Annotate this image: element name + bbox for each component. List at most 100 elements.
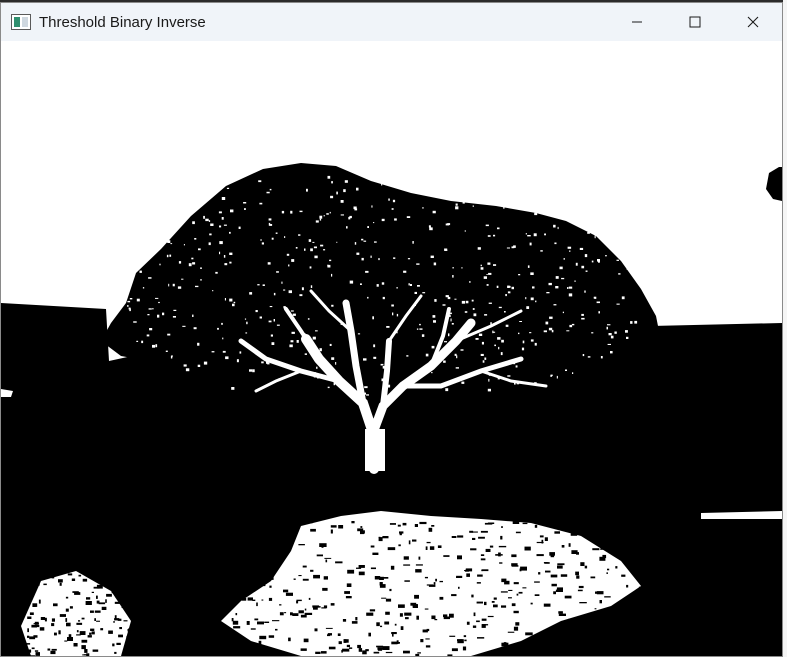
ground-speckle bbox=[76, 630, 79, 633]
ground-speckle bbox=[477, 574, 483, 577]
ground-speckle bbox=[392, 632, 394, 637]
ground-speckle bbox=[398, 604, 405, 608]
canopy-speckle bbox=[445, 388, 449, 392]
canopy-speckle bbox=[434, 299, 437, 302]
ground-speckle bbox=[425, 638, 430, 640]
canopy-speckle bbox=[464, 311, 468, 313]
ground-speckle bbox=[260, 652, 264, 656]
ground-speckle bbox=[590, 576, 596, 579]
ground-speckle bbox=[362, 530, 365, 534]
canopy-speckle bbox=[172, 283, 175, 287]
ground-speckle bbox=[433, 582, 436, 585]
ground-speckle bbox=[608, 521, 615, 525]
canopy-speckle bbox=[357, 333, 361, 335]
canopy-speckle bbox=[267, 262, 271, 265]
ground-speckle bbox=[94, 618, 96, 621]
ground-speckle bbox=[570, 638, 574, 641]
canopy-speckle bbox=[155, 297, 159, 299]
ground-speckle bbox=[557, 565, 563, 569]
canopy-speckle bbox=[454, 353, 457, 356]
canopy-speckle bbox=[119, 249, 121, 251]
canopy-speckle bbox=[525, 297, 527, 300]
canopy-speckle bbox=[480, 264, 482, 267]
image-canvas[interactable] bbox=[1, 41, 782, 656]
canopy-speckle bbox=[391, 208, 394, 210]
ground-speckle bbox=[434, 619, 438, 621]
ground-speckle bbox=[33, 582, 40, 586]
ground-speckle bbox=[544, 537, 548, 541]
image-window[interactable]: Threshold Binary Inverse bbox=[0, 2, 783, 657]
canopy-speckle bbox=[356, 187, 359, 191]
ground-speckle bbox=[466, 573, 470, 577]
canopy-speckle bbox=[209, 233, 212, 236]
ground-speckle bbox=[489, 545, 494, 548]
canopy-speckle bbox=[505, 324, 509, 327]
ground-speckle bbox=[634, 568, 637, 572]
canopy-speckle bbox=[493, 264, 497, 266]
ground-speckle bbox=[630, 552, 636, 555]
ground-speckle bbox=[620, 539, 624, 542]
ground-speckle bbox=[449, 635, 456, 637]
canopy-speckle bbox=[461, 381, 465, 384]
canopy-speckle bbox=[367, 226, 369, 228]
canopy-speckle bbox=[329, 343, 332, 346]
canopy-speckle bbox=[422, 292, 426, 294]
canopy-speckle bbox=[331, 304, 334, 307]
canopy-speckle bbox=[596, 301, 600, 304]
canopy-speckle bbox=[147, 314, 150, 316]
ground-speckle bbox=[368, 632, 371, 637]
maximize-button[interactable] bbox=[666, 3, 724, 41]
canopy-speckle bbox=[450, 318, 452, 322]
ground-speckle bbox=[462, 646, 467, 651]
ground-speckle bbox=[296, 600, 299, 604]
canopy-speckle bbox=[136, 340, 139, 342]
canopy-speckle bbox=[473, 313, 477, 317]
ground-speckle bbox=[503, 642, 507, 645]
canopy-speckle bbox=[233, 301, 236, 304]
canopy-speckle bbox=[503, 205, 505, 209]
title-bar[interactable]: Threshold Binary Inverse bbox=[1, 3, 782, 41]
ground-speckle bbox=[241, 535, 246, 538]
canopy-speckle bbox=[221, 197, 226, 200]
ground-speckle bbox=[457, 535, 464, 538]
canopy-speckle bbox=[296, 340, 299, 343]
ground-speckle bbox=[128, 628, 135, 632]
close-button[interactable] bbox=[724, 3, 782, 41]
canopy-speckle bbox=[371, 205, 373, 208]
canopy-speckle bbox=[587, 356, 591, 358]
ground-speckle bbox=[638, 623, 645, 625]
ground-speckle bbox=[58, 630, 61, 635]
ground-speckle bbox=[431, 525, 435, 527]
ground-speckle bbox=[549, 521, 557, 523]
ground-speckle bbox=[338, 641, 342, 645]
ground-speckle bbox=[439, 580, 443, 583]
ground-speckle bbox=[518, 591, 523, 594]
ground-speckle bbox=[296, 599, 302, 602]
ground-speckle bbox=[268, 597, 273, 601]
canopy-speckle bbox=[432, 315, 436, 318]
canopy-speckle bbox=[646, 278, 649, 281]
canopy-speckle bbox=[511, 286, 514, 290]
canopy-speckle bbox=[198, 248, 201, 251]
canopy-speckle bbox=[449, 183, 453, 185]
ground-speckle bbox=[402, 522, 407, 526]
ground-speckle bbox=[43, 583, 47, 586]
ground-speckle bbox=[546, 634, 553, 638]
ground-speckle bbox=[342, 619, 347, 622]
ground-speckle bbox=[133, 653, 136, 656]
ground-speckle bbox=[550, 553, 555, 558]
ground-speckle bbox=[498, 545, 507, 548]
canopy-speckle bbox=[259, 202, 263, 205]
ground-speckle bbox=[32, 604, 36, 607]
canopy-speckle bbox=[549, 316, 553, 319]
ground-speckle bbox=[362, 650, 367, 655]
ground-speckle bbox=[308, 597, 311, 600]
canopy-speckle bbox=[269, 306, 273, 308]
ground-speckle bbox=[405, 617, 409, 620]
canopy-speckle bbox=[480, 353, 484, 356]
ground-speckle bbox=[29, 612, 34, 615]
ground-speckle bbox=[89, 632, 92, 635]
canopy-speckle bbox=[486, 274, 488, 275]
minimize-button[interactable] bbox=[608, 3, 666, 41]
canopy-speckle bbox=[335, 362, 337, 365]
